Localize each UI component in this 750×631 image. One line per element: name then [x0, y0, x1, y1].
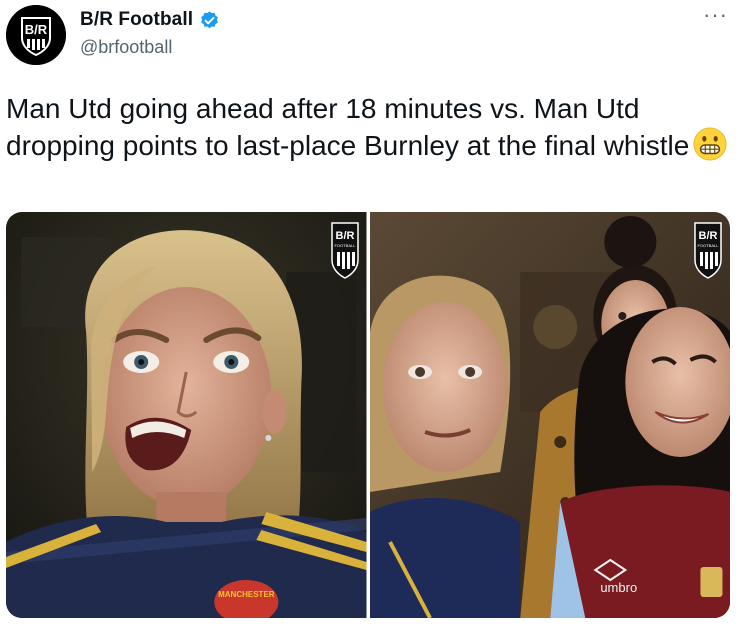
verified-badge-icon: [199, 10, 220, 31]
watermark-sub: FOOTBALL: [698, 243, 720, 248]
media-grid: MANCHESTER B/R FOOTBALL umbro B/R FOOTBA…: [6, 212, 730, 618]
shirt-crest-text: MANCHESTER: [218, 590, 275, 599]
watermark-sub: FOOTBALL: [334, 243, 356, 248]
angry-woman-image: MANCHESTER: [6, 212, 367, 618]
avatar[interactable]: B/R: [6, 5, 66, 65]
photo-right[interactable]: umbro B/R FOOTBALL: [369, 212, 730, 618]
br-logo-icon: B/R: [6, 5, 66, 65]
br-watermark-icon: B/R FOOTBALL: [694, 222, 722, 280]
br-watermark-icon: B/R FOOTBALL: [330, 222, 359, 280]
photo-left[interactable]: MANCHESTER B/R FOOTBALL: [6, 212, 367, 618]
handle[interactable]: @brfootball: [80, 37, 172, 58]
party-scene-image: umbro: [369, 212, 730, 618]
shirt-sponsor-text: umbro: [600, 580, 637, 595]
tweet-text: Man Utd going ahead after 18 minutes vs.…: [6, 90, 736, 164]
tweet: B/R B/R Football @brfootball ··· Man Utd…: [0, 0, 750, 631]
more-options-button[interactable]: ···: [703, 2, 728, 28]
tweet-text-body: Man Utd going ahead after 18 minutes vs.…: [6, 93, 690, 161]
name-row: B/R Football: [80, 9, 220, 31]
grimacing-face-icon: [693, 127, 727, 161]
avatar-logo-text: B/R: [25, 22, 48, 37]
watermark-text: B/R: [699, 230, 718, 242]
display-name[interactable]: B/R Football: [80, 9, 193, 31]
watermark-text: B/R: [335, 230, 354, 242]
